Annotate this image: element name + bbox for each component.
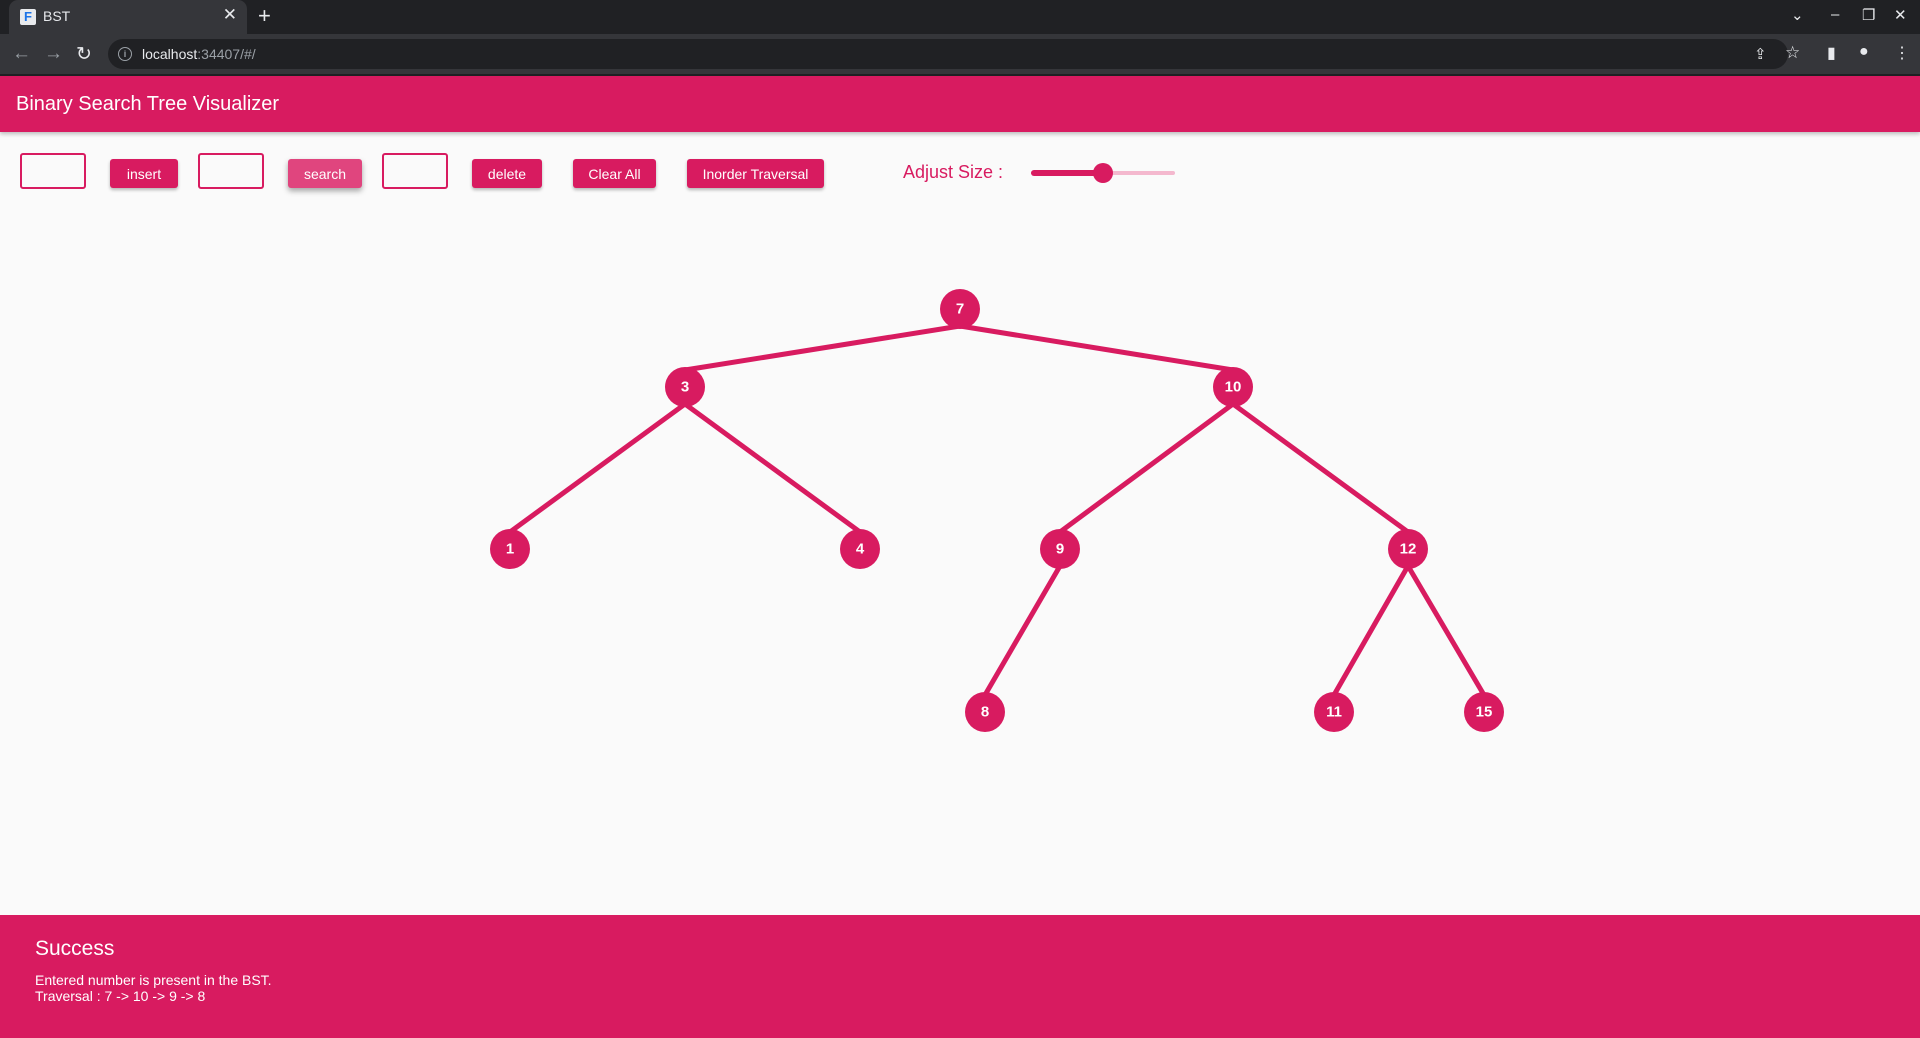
info-icon[interactable]: i: [118, 47, 132, 61]
tree-node-7[interactable]: [940, 289, 980, 329]
app-title: Binary Search Tree Visualizer: [16, 93, 280, 115]
delete-button[interactable]: delete: [472, 159, 542, 188]
browser-tab-bar: F BST ✕ + ⌄ – ❐ ✕: [0, 0, 1920, 34]
inorder-traversal-button[interactable]: Inorder Traversal: [687, 159, 824, 188]
tree-node-1[interactable]: [490, 529, 530, 569]
tab-title: BST: [43, 8, 71, 24]
tree-edge-3-1: [508, 401, 687, 535]
tree-edge-12-11: [1331, 564, 1411, 697]
snackbar-traversal: Traversal : 7 -> 10 -> 9 -> 8: [35, 988, 206, 1004]
profile-icon[interactable]: ●: [1859, 43, 1869, 61]
url-path: :34407/#/: [197, 46, 256, 62]
tree-node-10[interactable]: [1213, 367, 1253, 407]
share-icon[interactable]: ⇪: [1754, 45, 1767, 63]
slider-thumb[interactable]: [1093, 163, 1113, 183]
chevron-down-icon[interactable]: ⌄: [1791, 6, 1804, 24]
reload-icon[interactable]: ↻: [76, 43, 92, 66]
tree-edge-7-10: [959, 323, 1234, 373]
search-input[interactable]: [198, 153, 264, 189]
tree-edge-7-3: [684, 323, 961, 373]
snackbar-title: Success: [35, 937, 115, 960]
tree-node-15[interactable]: [1464, 692, 1504, 732]
side-panel-icon[interactable]: ▮: [1827, 43, 1836, 63]
url-text[interactable]: localhost:34407/#/: [142, 46, 256, 62]
url-host: localhost: [142, 46, 198, 62]
browser-toolbar: ← → ↻ i localhost:34407/#/ ⇪ ☆ ▮ ● ⋮: [0, 34, 1920, 74]
app-bar: Binary Search Tree Visualizer: [0, 76, 1920, 132]
tree-edge-10-12: [1231, 401, 1410, 535]
tree-node-12[interactable]: [1388, 529, 1428, 569]
snackbar-message: Entered number is present in the BST.: [35, 972, 272, 988]
address-bar[interactable]: i localhost:34407/#/ ⇪ ☆: [108, 39, 1800, 69]
tree-node-3[interactable]: [665, 367, 705, 407]
tree-edge-10-9: [1058, 401, 1235, 535]
tree-edge-12-15: [1405, 564, 1487, 697]
adjust-size-label: Adjust Size :: [903, 162, 1004, 182]
tree-edge-9-8: [982, 564, 1063, 697]
minimize-icon[interactable]: –: [1831, 6, 1839, 23]
flutter-icon: F: [20, 9, 36, 25]
forward-arrow-icon[interactable]: →: [44, 43, 63, 65]
search-button[interactable]: search: [288, 159, 362, 188]
tree-node-4[interactable]: [840, 529, 880, 569]
clear-all-button[interactable]: Clear All: [573, 159, 656, 188]
size-slider[interactable]: [1031, 163, 1175, 183]
kebab-menu-icon[interactable]: ⋮: [1894, 43, 1910, 63]
result-snackbar: Success Entered number is present in the…: [0, 915, 1920, 1038]
tree-node-9[interactable]: [1040, 529, 1080, 569]
insert-input[interactable]: [20, 153, 86, 189]
maximize-icon[interactable]: ❐: [1862, 6, 1875, 24]
tree-node-11[interactable]: [1314, 692, 1354, 732]
delete-input[interactable]: [382, 153, 448, 189]
close-icon[interactable]: ✕: [223, 5, 237, 25]
browser-tab[interactable]: F BST ✕: [9, 0, 247, 34]
tree-node-8[interactable]: [965, 692, 1005, 732]
tree-edge-3-4: [683, 401, 862, 535]
back-arrow-icon[interactable]: ←: [12, 43, 31, 65]
bst-tree-canvas: 73 101 4 9 128 11 15: [490, 289, 1504, 732]
insert-button[interactable]: insert: [110, 159, 178, 188]
plus-icon[interactable]: +: [258, 3, 271, 29]
star-icon[interactable]: ☆: [1785, 43, 1800, 63]
window-close-icon[interactable]: ✕: [1894, 6, 1907, 24]
